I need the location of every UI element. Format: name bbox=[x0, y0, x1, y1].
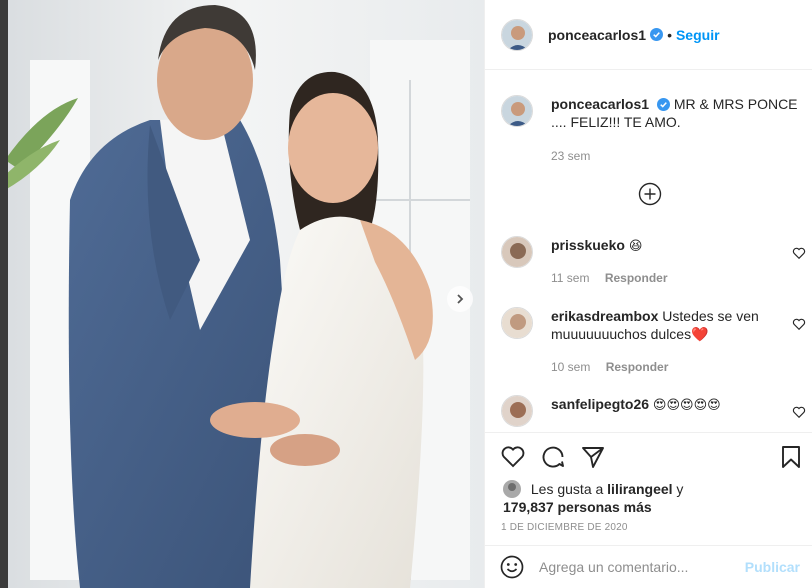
comment-icon[interactable] bbox=[540, 444, 566, 470]
comment-avatar[interactable] bbox=[501, 307, 533, 339]
bookmark-icon[interactable] bbox=[778, 444, 804, 470]
follow-button[interactable]: Seguir bbox=[676, 27, 720, 43]
author-username[interactable]: ponceacarlos1 bbox=[548, 27, 646, 43]
caption-time: 23 sem bbox=[551, 149, 591, 163]
comment-username[interactable]: prisskueko bbox=[551, 237, 625, 253]
likes-summary: Les gusta a lilirangeel y 179,837 person… bbox=[503, 480, 683, 516]
comment-text: 😍😍😍😍😍 bbox=[652, 397, 721, 412]
comment-time: 11 sem bbox=[551, 271, 590, 285]
comment-input[interactable] bbox=[539, 559, 739, 575]
plus-circle-icon[interactable] bbox=[638, 182, 662, 206]
comment-text: 😆 bbox=[628, 238, 643, 253]
comment-avatar[interactable] bbox=[501, 236, 533, 268]
likes-count[interactable]: 179,837 personas más bbox=[503, 499, 652, 515]
comment-avatar[interactable] bbox=[501, 395, 533, 427]
liker-username[interactable]: lilirangeel bbox=[607, 481, 672, 497]
likes-prefix: Les gusta a bbox=[530, 481, 604, 497]
chevron-right-icon bbox=[457, 294, 464, 304]
caption-avatar[interactable] bbox=[501, 95, 533, 127]
post-date[interactable]: 1 DE DICIEMBRE DE 2020 bbox=[501, 522, 628, 533]
post-photo bbox=[0, 0, 484, 588]
next-photo-button[interactable] bbox=[447, 286, 473, 312]
share-icon[interactable] bbox=[580, 444, 606, 470]
comment-time: 10 sem bbox=[551, 360, 591, 374]
heart-icon[interactable] bbox=[792, 317, 806, 331]
heart-icon[interactable] bbox=[792, 246, 806, 260]
verified-icon bbox=[650, 28, 664, 41]
post-actions: Les gusta a lilirangeel y 179,837 person… bbox=[485, 432, 812, 540]
author-avatar[interactable] bbox=[501, 18, 533, 51]
post-header: ponceacarlos1 • Seguir bbox=[485, 0, 812, 70]
publish-button[interactable]: Publicar bbox=[745, 559, 800, 575]
comment-composer: Publicar bbox=[485, 545, 812, 588]
reply-button[interactable]: Responder bbox=[606, 360, 669, 374]
emoji-icon[interactable] bbox=[499, 554, 525, 580]
post-side-panel: ponceacarlos1 • Seguir ponceacarlos1 MR … bbox=[484, 0, 812, 588]
likes-conj: y bbox=[676, 481, 684, 497]
separator-dot: • bbox=[667, 26, 672, 43]
comment-username[interactable]: erikasdreambox bbox=[551, 308, 658, 324]
heart-icon[interactable] bbox=[500, 444, 526, 470]
comments-list[interactable]: ponceacarlos1 MR & MRS PONCE .... FELIZ!… bbox=[485, 71, 812, 432]
reply-button[interactable]: Responder bbox=[605, 271, 668, 285]
liker-avatar bbox=[503, 480, 521, 498]
caption-username[interactable]: ponceacarlos1 bbox=[551, 96, 649, 112]
verified-icon bbox=[656, 98, 670, 111]
comment-username[interactable]: sanfelipegto26 bbox=[551, 396, 649, 412]
heart-icon[interactable] bbox=[792, 405, 806, 419]
wedding-photo-image bbox=[0, 0, 484, 588]
